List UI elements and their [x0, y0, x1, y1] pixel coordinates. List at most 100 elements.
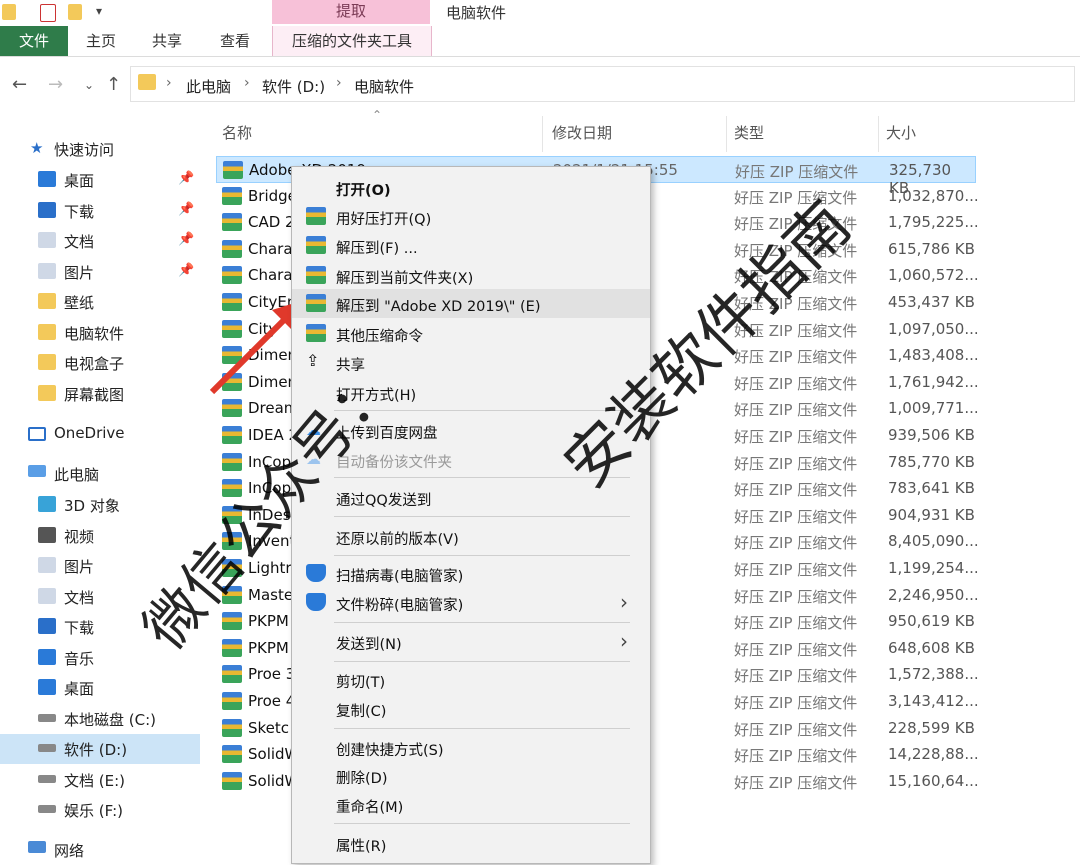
menu-item-properties[interactable]: 属性(R) — [292, 829, 650, 858]
menu-item-scan-virus[interactable]: 扫描病毒(电脑管家) — [292, 559, 650, 588]
sort-ascending-icon: ⌃ — [372, 108, 383, 122]
zip-archive-icon — [223, 161, 243, 179]
menu-label: 复制(C) — [336, 704, 387, 720]
file-name: Maste — [248, 585, 294, 604]
sidebar-quick-access[interactable]: ★ 快速访问 — [0, 134, 200, 164]
zip-archive-icon — [222, 718, 242, 737]
tab-share[interactable]: 共享 — [136, 26, 198, 56]
breadcrumb-separator-icon: › — [336, 75, 342, 91]
desktop-icon — [38, 171, 56, 187]
menu-separator — [334, 823, 630, 824]
3d-objects-icon — [38, 496, 56, 512]
sidebar-pc-item[interactable]: 3D 对象 — [0, 490, 200, 520]
forward-arrow-icon[interactable]: → — [48, 74, 63, 95]
menu-item-shred[interactable]: 文件粉碎(电脑管家) › — [292, 588, 650, 617]
sidebar-pc-item[interactable]: 娱乐 (F:) — [0, 795, 200, 825]
column-header-size[interactable]: 大小 — [886, 122, 916, 143]
menu-item-extract-to-folder[interactable]: 解压到 "Adobe XD 2019\" (E) — [292, 289, 650, 318]
music-icon — [38, 648, 56, 665]
sidebar-this-pc[interactable]: 此电脑 — [0, 459, 200, 489]
zip-archive-icon — [222, 266, 242, 285]
menu-item-copy[interactable]: 复制(C) — [292, 694, 650, 723]
column-header-name[interactable]: 名称 — [222, 122, 252, 143]
recent-locations-chevron-icon[interactable]: ⌄ — [84, 78, 94, 92]
sidebar-quick-item[interactable]: 图片 📌 — [0, 257, 200, 287]
file-type: 好压 ZIP 压缩文件 — [734, 587, 858, 606]
drive-icon — [38, 774, 56, 783]
customize-toolbar-icon[interactable]: ▾ — [96, 4, 110, 20]
column-divider[interactable] — [542, 116, 543, 152]
menu-label: 属性(R) — [336, 839, 387, 855]
menu-item-open[interactable]: 打开(O) — [292, 173, 650, 202]
sidebar-label: 文档 (E:) — [64, 771, 126, 790]
sidebar-pc-item[interactable]: 文档 (E:) — [0, 765, 200, 795]
sidebar-label: 壁纸 — [64, 294, 95, 312]
download-icon — [38, 618, 56, 634]
breadcrumb-current-folder[interactable]: 电脑软件 — [354, 76, 414, 97]
file-type: 好压 ZIP 压缩文件 — [734, 428, 858, 446]
file-type: 好压 ZIP 压缩文件 — [734, 773, 858, 792]
sidebar-label: 软件 (D:) — [64, 741, 128, 759]
sidebar-quick-item[interactable]: 屏幕截图 — [0, 379, 200, 409]
column-divider[interactable] — [726, 116, 727, 152]
menu-item-extract-here[interactable]: 解压到当前文件夹(X) — [292, 261, 650, 290]
tab-file[interactable]: 文件 — [0, 26, 68, 56]
zip-archive-icon — [222, 186, 242, 205]
column-header-modified[interactable]: 修改日期 — [552, 122, 612, 143]
file-size: 615,786 KB — [888, 239, 975, 258]
up-arrow-icon[interactable]: ↑ — [106, 74, 121, 95]
file-type: 好压 ZIP 压缩文件 — [734, 640, 858, 659]
new-folder-icon[interactable] — [68, 4, 82, 20]
pin-icon[interactable]: 📌 — [178, 202, 194, 217]
extract-context-tab[interactable]: 提取 — [272, 0, 430, 24]
pin-icon[interactable]: 📌 — [178, 171, 194, 186]
menu-item-cut[interactable]: 剪切(T) — [292, 665, 650, 694]
column-divider[interactable] — [878, 116, 879, 152]
folder-icon — [138, 74, 156, 90]
menu-item-rename[interactable]: 重命名(M) — [292, 790, 650, 819]
menu-item-extract-to[interactable]: 解压到(F) ... — [292, 231, 650, 260]
menu-item-delete[interactable]: 删除(D) — [292, 761, 650, 790]
tab-home[interactable]: 主页 — [70, 26, 132, 56]
sidebar-quick-item[interactable]: 电脑软件 — [0, 318, 200, 348]
sidebar-pc-item[interactable]: 软件 (D:) — [0, 734, 200, 764]
sidebar-label: 本地磁盘 (C:) — [64, 710, 156, 729]
back-arrow-icon[interactable]: ← — [12, 74, 27, 95]
desktop-icon — [38, 679, 56, 695]
properties-check-icon[interactable] — [40, 4, 56, 22]
sidebar-label: 下载 — [64, 202, 95, 221]
folder-icon — [38, 293, 56, 309]
column-header-type[interactable]: 类型 — [734, 122, 764, 143]
menu-item-other-commands[interactable]: 其他压缩命令 — [292, 319, 650, 348]
breadcrumb-drive-d[interactable]: 软件 (D:) — [262, 76, 325, 97]
tab-view[interactable]: 查看 — [204, 26, 266, 56]
sidebar-onedrive[interactable]: OneDrive — [0, 419, 200, 449]
sidebar-pc-item[interactable]: 视频 — [0, 521, 200, 551]
sidebar-quick-item[interactable]: 桌面 📌 — [0, 165, 200, 195]
menu-separator — [334, 555, 630, 556]
menu-item-create-shortcut[interactable]: 创建快捷方式(S) — [292, 733, 650, 762]
menu-item-open-haozip[interactable]: 用好压打开(Q) — [292, 202, 650, 231]
sidebar-pc-item[interactable]: 桌面 — [0, 673, 200, 703]
sidebar-label: 网络 — [54, 842, 85, 860]
sidebar-pc-item[interactable]: 本地磁盘 (C:) — [0, 704, 200, 734]
pin-icon[interactable]: 📌 — [178, 232, 194, 247]
chevron-right-icon: › — [620, 590, 628, 614]
sidebar-quick-item[interactable]: 电视盒子 — [0, 348, 200, 378]
tab-compressed-folder-tools[interactable]: 压缩的文件夹工具 — [272, 26, 432, 56]
sidebar-quick-item[interactable]: 壁纸 — [0, 287, 200, 317]
sidebar-quick-item[interactable]: 文档 📌 — [0, 226, 200, 256]
breadcrumb-this-pc[interactable]: 此电脑 — [186, 76, 231, 97]
menu-label: 解压到(F) ... — [336, 241, 418, 257]
sidebar-quick-item[interactable]: 下载 📌 — [0, 196, 200, 226]
sidebar-label: 屏幕截图 — [64, 385, 125, 404]
menu-item-send-to[interactable]: 发送到(N) › — [292, 627, 650, 656]
sidebar-label: 娱乐 (F:) — [64, 802, 123, 820]
sidebar-network[interactable]: 网络 — [0, 835, 200, 865]
file-name: Chara — [248, 239, 293, 258]
zip-archive-icon — [222, 426, 242, 444]
file-type: 好压 ZIP 压缩文件 — [734, 374, 858, 393]
pin-icon[interactable]: 📌 — [178, 263, 194, 278]
menu-item-restore[interactable]: 还原以前的版本(V) — [292, 522, 650, 551]
file-size: 904,931 KB — [888, 505, 975, 524]
